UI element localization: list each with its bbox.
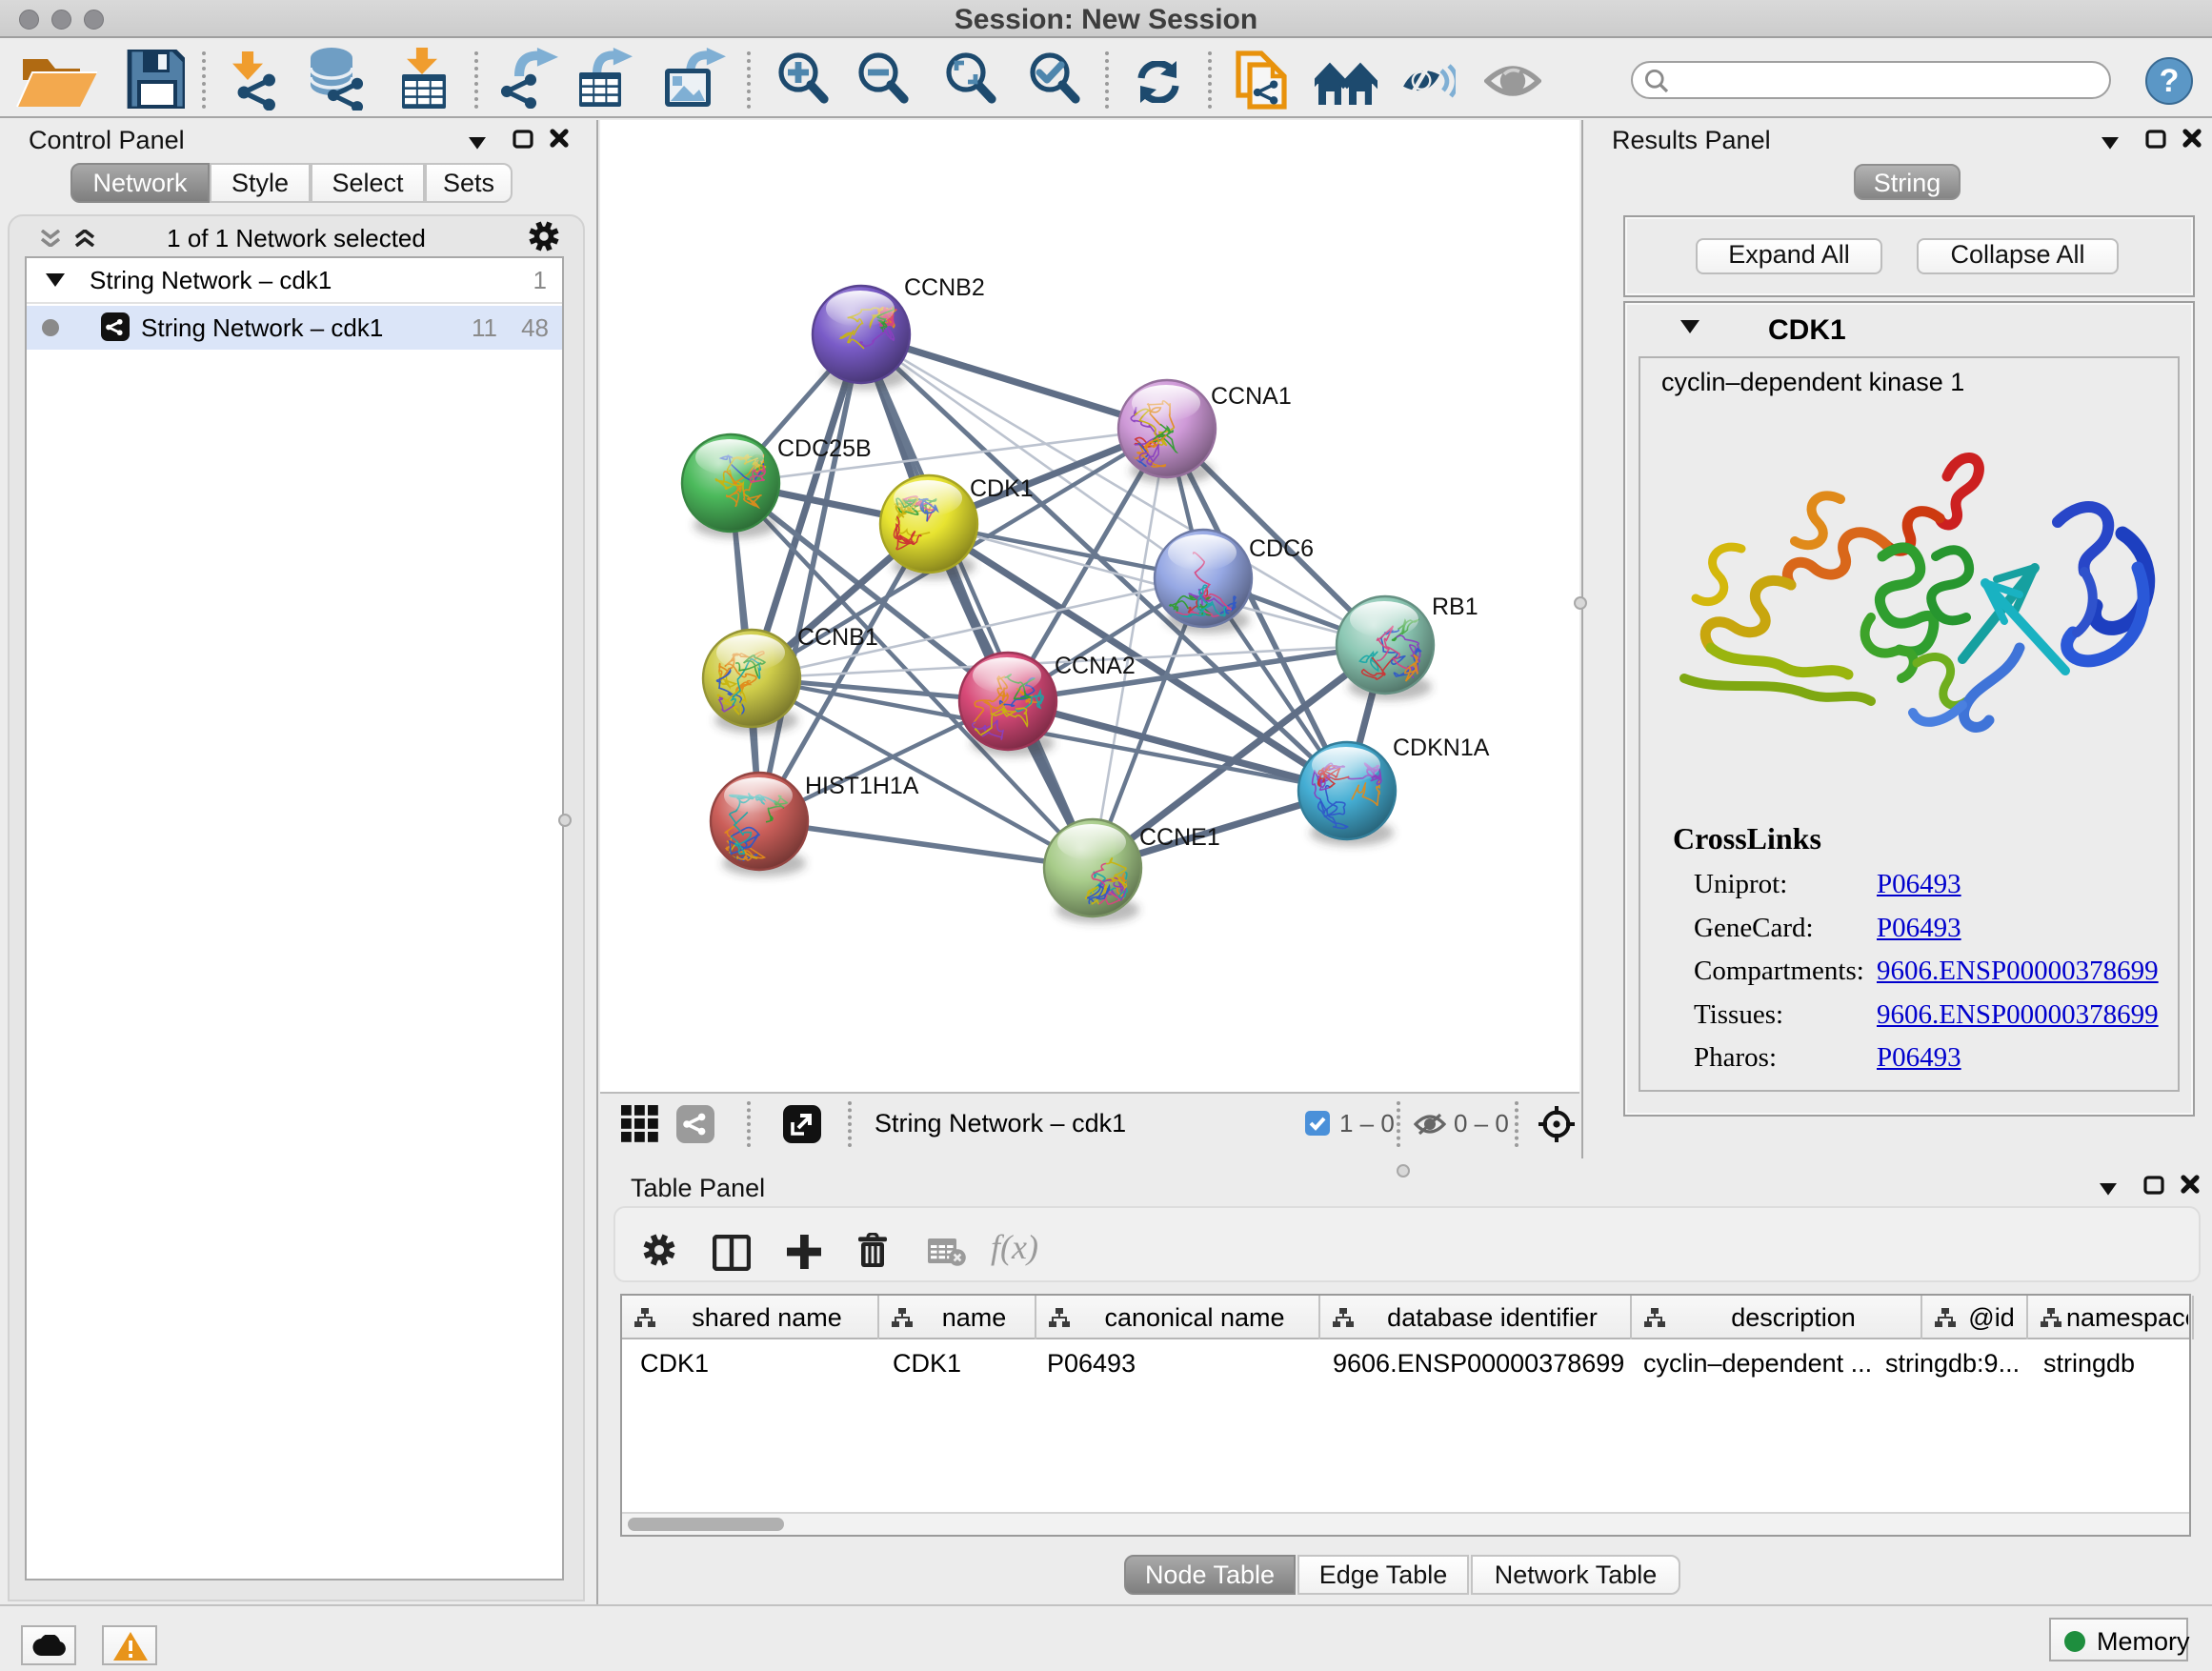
svg-text:CCNA1: CCNA1 <box>1211 383 1292 410</box>
svg-text:CCNE1: CCNE1 <box>1139 824 1220 851</box>
svg-text:CDC6: CDC6 <box>1249 535 1314 562</box>
svg-text:CCNA2: CCNA2 <box>1055 653 1136 679</box>
svg-text:CCNB1: CCNB1 <box>797 624 878 651</box>
svg-text:CDK1: CDK1 <box>970 475 1034 502</box>
svg-text:RB1: RB1 <box>1432 594 1478 620</box>
svg-text:CDKN1A: CDKN1A <box>1393 735 1490 761</box>
svg-text:CDC25B: CDC25B <box>777 435 872 462</box>
svg-text:HIST1H1A: HIST1H1A <box>805 773 919 799</box>
svg-text:CCNB2: CCNB2 <box>904 274 985 301</box>
